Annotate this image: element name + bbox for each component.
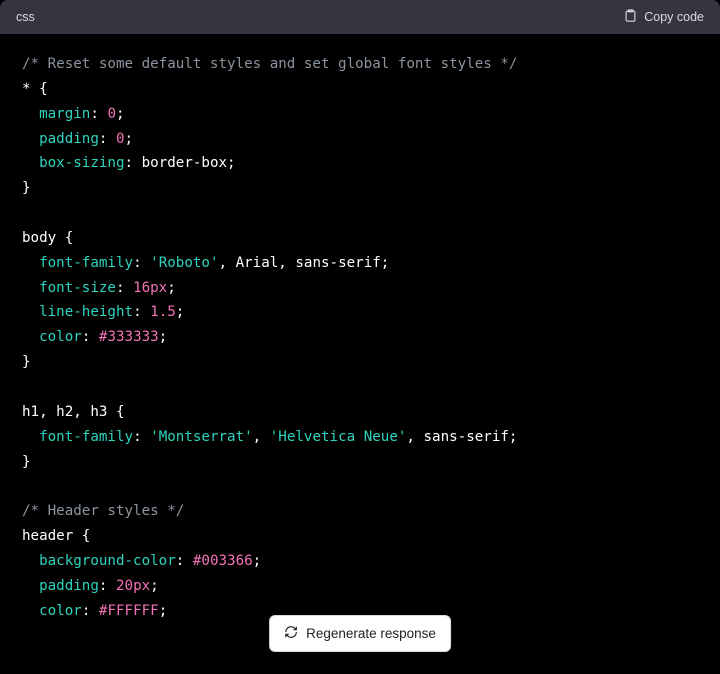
code-value: 16px [133,280,167,296]
copy-code-label: Copy code [644,10,704,24]
code-value: #FFFFFF [99,603,159,619]
code-header: css Copy code [0,0,720,34]
code-value: 'Montserrat' [150,429,253,445]
code-value: , sans-serif [406,429,509,445]
code-property: font-family [39,255,133,271]
code-property: margin [39,106,90,122]
code-property: padding [39,131,99,147]
code-value: border-box [142,155,227,171]
code-property: line-height [39,304,133,320]
code-property: box-sizing [39,155,124,171]
code-value: 0 [116,131,125,147]
code-value: 1.5 [150,304,176,320]
regenerate-label: Regenerate response [306,626,436,641]
code-block-container: css Copy code /* Reset some default styl… [0,0,720,674]
code-property: color [39,603,82,619]
code-value: #003366 [193,553,253,569]
code-brace: } [22,454,31,470]
code-value: #333333 [99,329,159,345]
code-property: font-family [39,429,133,445]
code-value: , Arial, sans-serif [219,255,381,271]
code-value: 'Helvetica Neue' [270,429,407,445]
refresh-icon [284,625,298,642]
code-property: color [39,329,82,345]
code-value: 0 [107,106,116,122]
code-brace: } [22,354,31,370]
code-value: 20px [116,578,150,594]
code-selector: h1, h2, h3 { [22,404,125,420]
regenerate-response-button[interactable]: Regenerate response [269,615,451,652]
code-property: padding [39,578,99,594]
code-brace: } [22,180,31,196]
language-label: css [16,10,35,24]
code-selector: header { [22,528,90,544]
code-comment: /* Header styles */ [22,503,184,519]
code-property: background-color [39,553,176,569]
code-comment: /* Reset some default styles and set glo… [22,56,517,72]
code-property: font-size [39,280,116,296]
copy-code-button[interactable]: Copy code [623,8,704,26]
code-value: 'Roboto' [150,255,218,271]
clipboard-icon [623,8,638,26]
code-content[interactable]: /* Reset some default styles and set glo… [0,34,720,674]
code-selector: * { [22,81,48,97]
code-selector: body { [22,230,73,246]
